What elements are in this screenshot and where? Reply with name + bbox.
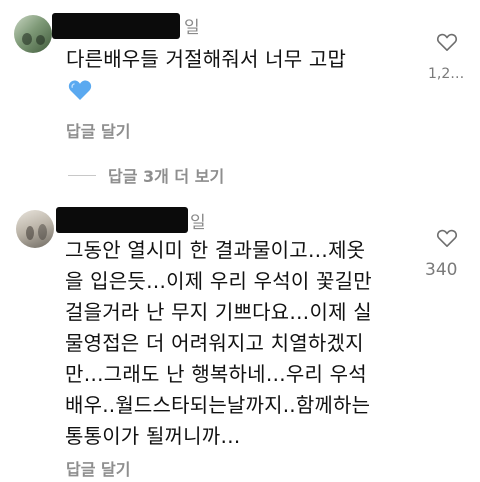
reply-button[interactable]: 답글 달기 [66, 456, 130, 480]
view-more-replies-button[interactable]: 답글 3개 더 보기 [68, 163, 224, 187]
comment-text: 그동안 열시미 한 결과물이고…제옷 을 입은듯…이제 우리 우석이 꽃길만 걸… [65, 238, 372, 448]
redacted-username [56, 207, 188, 233]
comment-timestamp: 일 [190, 213, 206, 233]
comment-text: 다른배우들 거절해줘서 너무 고맙 [66, 47, 347, 71]
avatar[interactable] [16, 210, 54, 248]
view-more-replies-label: 답글 3개 더 보기 [108, 167, 225, 186]
like-count: 1,2… [428, 66, 465, 82]
blue-heart-emoji-icon [68, 80, 92, 100]
like-count: 340 [425, 260, 458, 280]
like-heart-icon[interactable] [436, 228, 458, 248]
reply-button[interactable]: 답글 달기 [66, 118, 130, 142]
comment-timestamp: 일 [184, 18, 200, 38]
avatar[interactable] [14, 15, 52, 53]
like-heart-icon[interactable] [436, 32, 458, 52]
redacted-username [52, 13, 180, 39]
divider-line [68, 174, 96, 176]
